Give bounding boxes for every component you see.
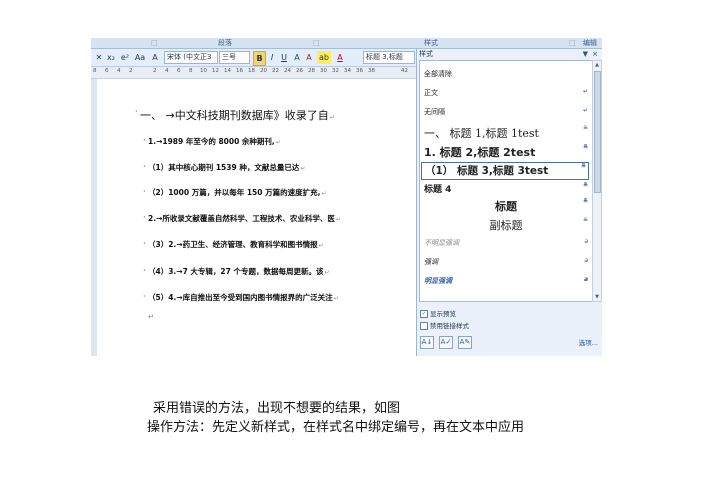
- superscript-button[interactable]: e²: [119, 51, 131, 64]
- group-label-styles: 样式: [424, 39, 438, 47]
- bullet-dot: ·: [143, 292, 146, 301]
- styles-pane: 样式 ▼ × 全部清除 正文 ↵ 无间隔 ↵ 一、 标题 1,标题 1test ≞ 1…: [416, 49, 602, 356]
- bullet-dot: ·: [143, 213, 146, 222]
- doc-line[interactable]: 1.→1989 年至今的 8000 余种期刊,↵: [148, 136, 281, 147]
- text-highlight-button[interactable]: A: [149, 51, 161, 64]
- grow-font-button[interactable]: A: [304, 51, 314, 64]
- bullet-dot: ·: [143, 266, 146, 275]
- style-item-title[interactable]: 标题 ≞: [424, 198, 588, 214]
- doc-line[interactable]: （4）3.→7 大专辑，27 个专题，数据每周更新。该↵: [148, 266, 329, 277]
- ribbon-group-labels: 段落 ⬚ ⬚ 样式 ⬚ 编辑: [91, 38, 602, 49]
- dialog-launcher-icon[interactable]: ⬚: [313, 38, 320, 48]
- styles-list: 全部清除 正文 ↵ 无间隔 ↵ 一、 标题 1,标题 1test ≞ 1. 标题 2,…: [419, 60, 593, 302]
- dialog-launcher-icon[interactable]: ⬚: [569, 38, 576, 48]
- style-item-normal[interactable]: 正文 ↵: [424, 88, 588, 98]
- font-name-select[interactable]: 宋体 (中文正3: [164, 51, 218, 64]
- dialog-launcher-icon[interactable]: ⬚: [151, 38, 158, 48]
- scroll-down-icon[interactable]: ▼: [593, 293, 601, 301]
- linked-style-icon: ≞: [582, 144, 588, 151]
- bullet-dot: ·: [143, 136, 146, 145]
- style-name-select[interactable]: 标题 3,标题: [363, 51, 415, 64]
- text-effect-button[interactable]: Aa: [133, 51, 147, 64]
- new-style-button[interactable]: A↓: [420, 336, 434, 349]
- style-item-no-spacing[interactable]: 无间隔 ↵: [424, 107, 588, 117]
- linked-style-icon: ≞: [582, 182, 588, 189]
- manage-styles-button[interactable]: A✎: [458, 336, 472, 349]
- pane-menu-icon[interactable]: ▼: [583, 49, 588, 59]
- linked-style-icon: ≞: [580, 163, 586, 170]
- styles-pane-title: 样式: [419, 50, 433, 58]
- bullet-dot: ·: [135, 107, 138, 116]
- style-item-subtle-emphasis[interactable]: 不明显强调 a: [424, 238, 588, 248]
- font-size-select[interactable]: 三号: [219, 51, 250, 64]
- scroll-thumb[interactable]: [594, 71, 601, 193]
- font-color-button[interactable]: A: [335, 51, 345, 64]
- style-item-heading-3-selected[interactable]: （1） 标题 3,标题 3test ≞: [421, 162, 589, 180]
- scroll-up-icon[interactable]: ▲: [593, 61, 601, 69]
- underline-button[interactable]: U: [279, 51, 289, 64]
- doc-line[interactable]: 2.→所收录文献覆盖自然科学、工程技术、农业科学、医↵: [148, 213, 341, 224]
- style-item-heading-1[interactable]: 一、 标题 1,标题 1test ≞: [424, 125, 588, 141]
- style-inspector-button[interactable]: A✓: [439, 336, 453, 349]
- page-margin-shade: [91, 79, 97, 356]
- highlight-color-button[interactable]: ab: [317, 51, 331, 64]
- style-item-heading-2[interactable]: 1. 标题 2,标题 2test ≞: [424, 144, 588, 160]
- horizontal-ruler[interactable]: 8 6 4 2 2 4 6 8 10 12 14 16 18 20 22 24 …: [91, 67, 416, 79]
- format-toolbar: ✕ x₂ e² Aa A 宋体 (中文正3 三号 B I U A A ab A …: [91, 49, 416, 67]
- style-item-clear-all[interactable]: 全部清除: [424, 69, 588, 79]
- close-icon[interactable]: ×: [592, 49, 598, 59]
- options-link[interactable]: 选项...: [579, 337, 598, 347]
- show-preview-checkbox[interactable]: ✓ 显示预览: [420, 308, 456, 318]
- caption-line-1: 采用错误的方法，出现不想要的结果，如图: [153, 401, 401, 416]
- shrink-font-button[interactable]: A: [292, 51, 302, 64]
- character-style-icon: a: [584, 238, 588, 245]
- style-item-intense-emphasis[interactable]: 明显强调 a: [424, 276, 588, 286]
- paragraph-mark-icon: ↵: [582, 88, 588, 95]
- bullet-dot: ·: [143, 162, 146, 171]
- styles-list-scrollbar[interactable]: ▲ ▼: [592, 60, 602, 302]
- doc-line[interactable]: （1）其中核心期刊 1539 种，文献总量已达↵: [148, 162, 305, 173]
- empty-paragraph-mark: ↵: [148, 312, 155, 321]
- styles-pane-header: 样式 ▼ ×: [419, 49, 600, 59]
- bullet-dot: ·: [143, 239, 146, 248]
- group-label-editing: 编辑: [583, 39, 597, 47]
- bullet-dot: ·: [143, 187, 146, 196]
- paragraph-mark-icon: ↵: [582, 107, 588, 114]
- group-label-paragraph: 段落: [218, 39, 232, 47]
- style-item-emphasis[interactable]: 强调 a: [424, 257, 588, 267]
- bold-button[interactable]: B: [253, 51, 266, 66]
- italic-button[interactable]: I: [267, 51, 277, 64]
- doc-line[interactable]: （5）4.→库自推出至今受到国内图书情报界的广泛关注↵: [148, 292, 339, 303]
- subscript-button[interactable]: x₂: [105, 51, 117, 64]
- checkbox-checked-icon: ✓: [420, 310, 428, 318]
- doc-line[interactable]: （3）2.→药卫生、经济管理、教育科学和图书情报↵: [148, 239, 324, 250]
- disable-linked-styles-checkbox[interactable]: 禁用链接样式: [420, 320, 469, 330]
- character-style-icon: a: [584, 257, 588, 264]
- style-item-heading-4[interactable]: 标题 4 ≞: [424, 182, 588, 195]
- doc-heading-1[interactable]: 一、 →中文科技期刊数据库》收录了自↵: [140, 107, 335, 123]
- clear-icon[interactable]: ✕: [94, 51, 104, 64]
- character-style-icon: a: [583, 276, 588, 283]
- word-screenshot: 段落 ⬚ ⬚ 样式 ⬚ 编辑 ✕ x₂ e² Aa A 宋体 (中文正3 三号 …: [91, 38, 602, 356]
- style-item-subtitle[interactable]: 副标题 ≞: [424, 217, 589, 233]
- linked-style-icon: ≞: [582, 198, 588, 205]
- linked-style-icon: ≞: [582, 217, 588, 224]
- caption-line-2: 操作方法：先定义新样式，在样式名中绑定编号，再在文本中应用: [147, 420, 525, 435]
- linked-style-icon: ≞: [582, 125, 588, 132]
- checkbox-empty-icon: [420, 322, 428, 330]
- doc-line[interactable]: （2）1000 万篇，并以每年 150 万篇的速度扩充,↵: [148, 187, 326, 198]
